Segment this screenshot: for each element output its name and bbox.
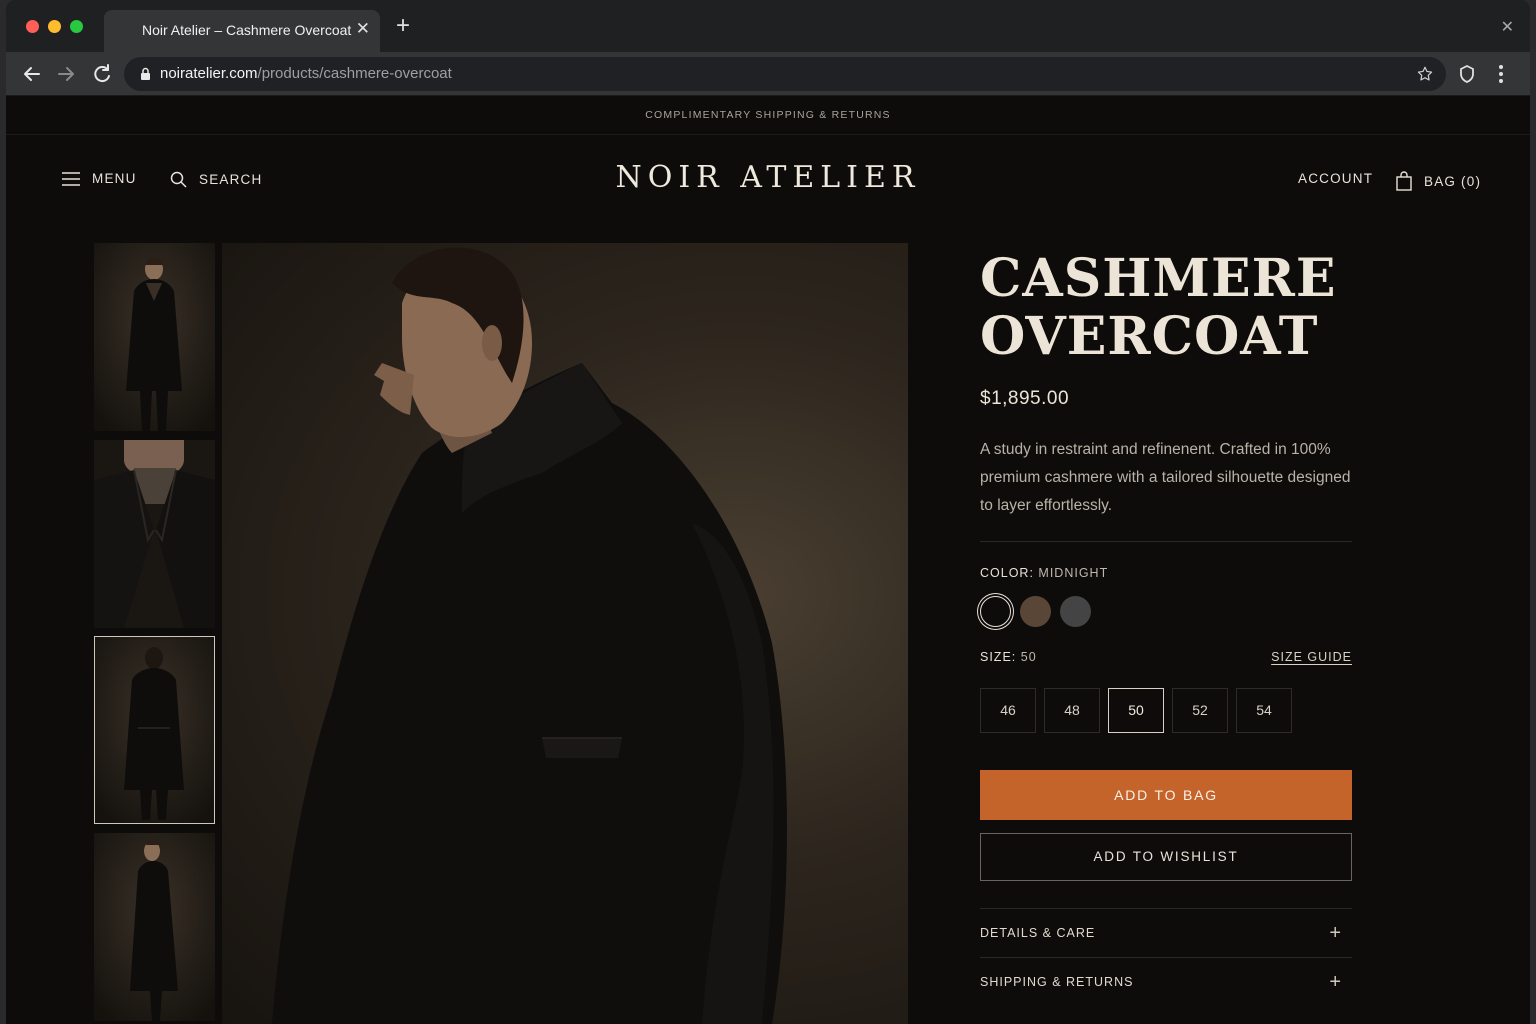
tab-close-icon[interactable]: ✕ (356, 19, 370, 39)
color-label: COLOR: MIDNIGHT (980, 566, 1352, 580)
model-in-overcoat-image (272, 247, 787, 1024)
announcement-bar: COMPLIMENTARY SHIPPING & RETURNS (6, 97, 1530, 135)
product-details-panel: CASHMERE OVERCOAT $1,895.00 A study in r… (980, 250, 1352, 1006)
size-option-50[interactable]: 50 (1108, 688, 1164, 733)
size-value: 50 (1020, 650, 1037, 664)
coat-back-thumbnail-image (95, 637, 214, 823)
tab-bar: Noir Atelier – Cashmere Overcoat ✕ + ✕ (6, 0, 1530, 52)
product-title-line2: OVERCOAT (980, 306, 1319, 367)
divider (980, 541, 1352, 542)
color-swatch-midnight[interactable] (980, 596, 1011, 627)
color-selector: COLOR: MIDNIGHT (980, 566, 1352, 627)
site-header: MENU SEARCH NOIR ATELIER ACCOUNT BAG (0) (6, 136, 1530, 222)
url-path: /products/cashmere-overcoat (257, 65, 452, 82)
new-tab-icon[interactable]: + (396, 14, 410, 38)
accordion-list: DETAILS & CARE + SHIPPING & RETURNS + (980, 908, 1352, 1006)
product-description: A study in restraint and refinenent. Cra… (980, 441, 1351, 514)
add-to-wishlist-button[interactable]: ADD TO WISHLIST (980, 833, 1352, 881)
plus-icon: + (1329, 970, 1342, 993)
url-host: noiratelier.com (160, 65, 258, 82)
color-swatch-brown[interactable] (1020, 596, 1051, 627)
accordion-label: SHIPPING & RETURNS (980, 975, 1134, 989)
color-swatch-charcoal[interactable] (1060, 596, 1091, 627)
size-guide-link[interactable]: SIZE GUIDE (1271, 650, 1352, 664)
url-text: noiratelier.com/products/cashmere-overco… (160, 65, 452, 82)
thumbnail-3[interactable] (94, 636, 215, 824)
forward-arrow-icon[interactable] (54, 62, 78, 86)
add-to-bag-button[interactable]: ADD TO BAG (980, 770, 1352, 820)
tab-title: Noir Atelier – Cashmere Overcoat (142, 22, 352, 38)
coat-side-thumbnail-image (94, 833, 215, 1021)
product-title-line1: CASHMERE (980, 248, 1337, 309)
collar-detail-thumbnail-image (94, 440, 215, 628)
browser-window: Noir Atelier – Cashmere Overcoat ✕ + ✕ n… (6, 0, 1530, 1024)
size-label: SIZE: 50 (980, 650, 1037, 664)
accordion-shipping-returns[interactable]: SHIPPING & RETURNS + (980, 957, 1352, 1006)
coat-front-thumbnail-image (94, 243, 215, 431)
thumbnail-1[interactable] (94, 243, 215, 431)
browser-toolbar: noiratelier.com/products/cashmere-overco… (6, 52, 1530, 96)
color-swatches (980, 596, 1352, 627)
product-title: CASHMERE OVERCOAT (980, 250, 1352, 366)
product-price: $1,895.00 (980, 388, 1070, 409)
size-selector: SIZE: 50 SIZE GUIDE 46 48 50 52 54 (980, 650, 1352, 733)
size-label-text: SIZE: (980, 650, 1017, 664)
thumbnail-2[interactable] (94, 440, 215, 628)
bag-button[interactable]: BAG (0) (1396, 171, 1481, 191)
back-arrow-icon[interactable] (20, 62, 44, 86)
product-hero-image (222, 243, 908, 1024)
close-window-button[interactable] (26, 20, 39, 33)
color-value: MIDNIGHT (1038, 566, 1109, 580)
bag-label: BAG (0) (1424, 173, 1482, 189)
browser-tab-active[interactable]: Noir Atelier – Cashmere Overcoat ✕ (104, 10, 380, 52)
account-label: ACCOUNT (1298, 171, 1374, 186)
plus-icon: + (1329, 921, 1342, 944)
color-label-text: COLOR: (980, 566, 1034, 580)
extension-shield-icon[interactable] (1458, 64, 1476, 84)
accordion-label: DETAILS & CARE (980, 926, 1096, 940)
browser-menu-icon[interactable] (1498, 64, 1504, 84)
size-options: 46 48 50 52 54 (980, 688, 1352, 733)
address-bar[interactable]: noiratelier.com/products/cashmere-overco… (124, 57, 1446, 91)
thumbnail-4[interactable] (94, 833, 215, 1021)
size-option-54[interactable]: 54 (1236, 688, 1292, 733)
window-close-icon[interactable]: ✕ (1501, 20, 1514, 36)
accordion-details-care[interactable]: DETAILS & CARE + (980, 908, 1352, 957)
bookmark-star-icon[interactable] (1416, 65, 1434, 83)
lock-icon (141, 67, 150, 80)
account-link[interactable]: ACCOUNT (1298, 171, 1373, 186)
size-option-52[interactable]: 52 (1172, 688, 1228, 733)
size-option-46[interactable]: 46 (980, 688, 1036, 733)
minimize-window-button[interactable] (48, 20, 61, 33)
maximize-window-button[interactable] (70, 20, 83, 33)
reload-icon[interactable] (90, 62, 114, 86)
shopping-bag-icon (1396, 171, 1412, 191)
size-option-48[interactable]: 48 (1044, 688, 1100, 733)
